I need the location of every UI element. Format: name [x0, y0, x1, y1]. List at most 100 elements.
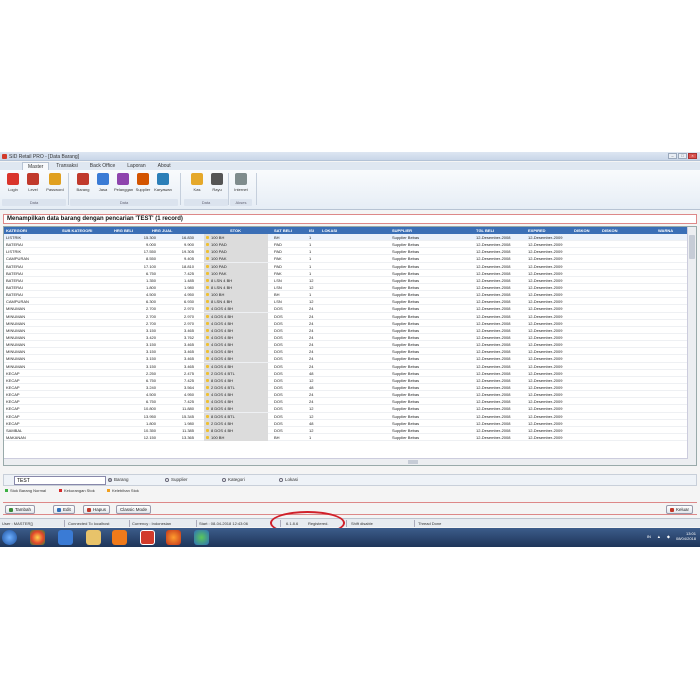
- table-row[interactable]: 4 DOS 4 BH MINUMAN 3.420 3.762 DOS 24 Supplier…: [4, 333, 688, 342]
- column-header[interactable]: LOKASI: [322, 228, 337, 233]
- table-cell: 8 LSN 4 BH: [211, 284, 233, 290]
- classic-mode-button[interactable]: Classic Mode: [116, 505, 152, 514]
- close-button[interactable]: ×: [688, 153, 697, 159]
- table-row[interactable]: 8 DOS 4 BH KECAP 10.800 11.880 DOS 12 Supplier…: [4, 405, 688, 413]
- column-header[interactable]: WARNA: [658, 228, 673, 233]
- table-cell: 12-Desember-2008: [476, 342, 511, 348]
- column-header[interactable]: DISKON: [602, 228, 618, 233]
- table-row[interactable]: 100 PAD LISTRIK 17.550 19.305 PAD 1 Supplier B…: [4, 248, 688, 256]
- ribbon-button-kas[interactable]: Kas: [188, 173, 206, 192]
- folder-icon[interactable]: [86, 530, 101, 545]
- ribbon-button-jasa[interactable]: Jasa: [94, 173, 112, 192]
- table-row[interactable]: 8 DOS 4 BH SAMBAL 10.350 11.385 DOS 12 Supplie…: [4, 426, 688, 434]
- radio-kategori[interactable]: Kategori: [222, 477, 245, 482]
- table-row[interactable]: 4 DOS 4 BH MINUMAN 3.150 3.465 DOS 24 Supplier…: [4, 348, 688, 356]
- table-cell: 1.980: [183, 284, 194, 290]
- app-icon[interactable]: [194, 530, 209, 545]
- tambah-button[interactable]: Tambah: [5, 505, 36, 514]
- chrome-icon[interactable]: [30, 530, 45, 545]
- tab-master[interactable]: Master: [22, 162, 50, 170]
- table-row[interactable]: 4 DOS 4 BH MINUMAN 3.150 3.465 DOS 24 Supplier…: [4, 355, 688, 363]
- keluar-button[interactable]: Keluar: [665, 505, 693, 514]
- table-row[interactable]: 4 DOS 4 BH KECAP 6.750 7.425 DOS 24 Supplier B…: [4, 398, 688, 406]
- column-header[interactable]: DISKON: [574, 228, 590, 233]
- radio-lokasi[interactable]: Lokasi: [279, 477, 298, 482]
- column-header[interactable]: EXPIRED: [528, 228, 546, 233]
- table-row[interactable]: 100 PAD BATERAI 9.000 9.900 PAD 1 Supplier Beb…: [4, 241, 688, 249]
- ribbon-button-internet[interactable]: Internet: [232, 173, 250, 192]
- ribbon-button-level[interactable]: Level: [24, 173, 42, 192]
- ribbon-button-rayu[interactable]: Rayu: [208, 173, 226, 192]
- ribbon-button-karyawan[interactable]: Karyawan: [154, 173, 172, 192]
- hapus-button[interactable]: Hapus: [83, 505, 111, 514]
- table-row[interactable]: 4 DOS 4 BH MINUMAN 3.150 3.465 DOS 24 Supplier…: [4, 341, 688, 349]
- table-row[interactable]: 4 DOS 4 BH MINUMAN 2.700 2.970 DOS 24 Supplier…: [4, 319, 688, 327]
- table-cell: PAD: [274, 263, 282, 269]
- tab-about[interactable]: About: [153, 162, 176, 170]
- table-row[interactable]: 8 LSN 4 BH BATERAI 1.350 1.485 LSN 12 Supplier…: [4, 276, 688, 284]
- table-row[interactable]: 100 PAK CAMPURAN 8.550 9.405 PAK 1 Supplier Be…: [4, 255, 688, 263]
- sid-retail-icon[interactable]: [140, 530, 155, 545]
- edit-button[interactable]: Edit: [53, 505, 75, 514]
- ribbon-button-password[interactable]: Password: [46, 173, 64, 192]
- column-header[interactable]: ISI: [309, 228, 314, 233]
- table-row[interactable]: 100 PAK BATERAI 6.750 7.425 PAK 1 Supplier Beb…: [4, 269, 688, 277]
- table-cell: 4 DOS 4 BH: [211, 349, 234, 355]
- table-row[interactable]: 8 DOS 4 BTL KECAP 13.950 15.345 DOS 12 Supplie…: [4, 412, 688, 420]
- ribbon-button-login[interactable]: Login: [4, 173, 22, 192]
- password-icon: [49, 173, 61, 185]
- explorer-icon[interactable]: [58, 530, 73, 545]
- table-row[interactable]: 8 LSN 4 BH BATERAI 1.800 1.980 LSN 12 Supplier…: [4, 283, 688, 292]
- tab-transaksi[interactable]: Transaksi: [51, 162, 83, 170]
- table-cell: 4.500: [145, 292, 156, 298]
- column-header[interactable]: SAT BELI: [274, 228, 292, 233]
- volume-icon[interactable]: ◆: [667, 534, 670, 539]
- column-header[interactable]: SUPPLIER: [392, 228, 412, 233]
- tab-back-office[interactable]: Back Office: [85, 162, 120, 170]
- column-header[interactable]: KATEGORI: [6, 228, 27, 233]
- table-row[interactable]: 4 DOS 4 BH MINUMAN 2.700 2.970 DOS 24 Supplier…: [4, 305, 688, 313]
- table-row[interactable]: 8 DOS 4 BH KECAP 6.750 7.425 DOS 12 Supplier B…: [4, 376, 688, 384]
- start-button[interactable]: [2, 530, 17, 545]
- table-row[interactable]: 100 BH BATERAI 4.500 4.950 BH 1 Supplier Bebas…: [4, 291, 688, 299]
- table-cell: Supplier Bebas: [392, 377, 420, 383]
- search-input[interactable]: [14, 476, 106, 485]
- network-icon[interactable]: ▲: [657, 534, 661, 539]
- table-row[interactable]: 2 DOS 4 BTL KECAP 3.240 3.564 DOS 48 Supplier …: [4, 383, 688, 392]
- column-header[interactable]: STOK: [230, 228, 241, 233]
- table-cell: 100 PAD: [211, 249, 227, 255]
- radio-barang[interactable]: Barang: [108, 477, 129, 482]
- language-indicator[interactable]: IN: [647, 534, 651, 539]
- table-row[interactable]: 4 DOS 4 BH MINUMAN 2.700 2.970 DOS 24 Supplier…: [4, 312, 688, 320]
- status-thread: Thread Done: [418, 521, 442, 526]
- table-cell: 15.300: [143, 235, 156, 240]
- table-row[interactable]: 8 LSN 4 BH CAMPURAN 6.300 6.930 LSN 12 Supplie…: [4, 298, 688, 306]
- radio-supplier[interactable]: Supplier: [165, 477, 188, 482]
- table-cell: Supplier Bebas: [392, 370, 420, 376]
- table-row[interactable]: 100 BH MAKANAN 12.150 13.365 BH 1 Supplier Beb…: [4, 433, 688, 442]
- column-header[interactable]: HRG JUAL: [152, 228, 172, 233]
- horizontal-scrollbar[interactable]: [4, 458, 688, 465]
- table-row[interactable]: 100 PAD BATERAI 17.100 18.810 PAD 1 Supplier B…: [4, 262, 688, 270]
- maximize-button[interactable]: □: [678, 153, 687, 159]
- table-cell: Supplier Bebas: [392, 327, 420, 333]
- vertical-scrollbar[interactable]: [687, 227, 696, 465]
- table-cell: 12: [309, 427, 314, 433]
- media-player-icon[interactable]: [112, 530, 127, 545]
- table-row[interactable]: 2 DOS 4 BH KECAP 1.800 1.980 DOS 48 Supplier B…: [4, 419, 688, 427]
- ribbon-button-barang[interactable]: Barang: [74, 173, 92, 192]
- table-row[interactable]: 100 BH LISTRIK 15.300 16.830 BH 1 Supplier Beb…: [4, 234, 688, 242]
- table-row[interactable]: 4 DOS 4 BH MINUMAN 3.150 3.465 DOS 24 Supplier…: [4, 326, 688, 334]
- tab-laporan[interactable]: Laporan: [122, 162, 150, 170]
- table-row[interactable]: 2 DOS 4 BTL KECAP 2.250 2.475 DOS 48 Supplier …: [4, 369, 688, 377]
- table-cell: 4 DOS 4 BH: [211, 320, 234, 326]
- minimize-button[interactable]: –: [668, 153, 677, 159]
- column-header[interactable]: HRG BELI: [114, 228, 133, 233]
- ribbon-button-pelanggan[interactable]: Pelanggan: [114, 173, 133, 192]
- firefox-icon[interactable]: [166, 530, 181, 545]
- column-header[interactable]: TGL BELI: [476, 228, 494, 233]
- table-row[interactable]: 4 DOS 4 BH KECAP 4.500 4.950 DOS 24 Supplier B…: [4, 391, 688, 399]
- ribbon-button-supplier[interactable]: Supplier: [134, 173, 152, 192]
- column-header[interactable]: SUB KATEGORI: [62, 228, 92, 233]
- table-row[interactable]: 4 DOS 4 BH MINUMAN 3.150 3.465 DOS 24 Supplier…: [4, 362, 688, 370]
